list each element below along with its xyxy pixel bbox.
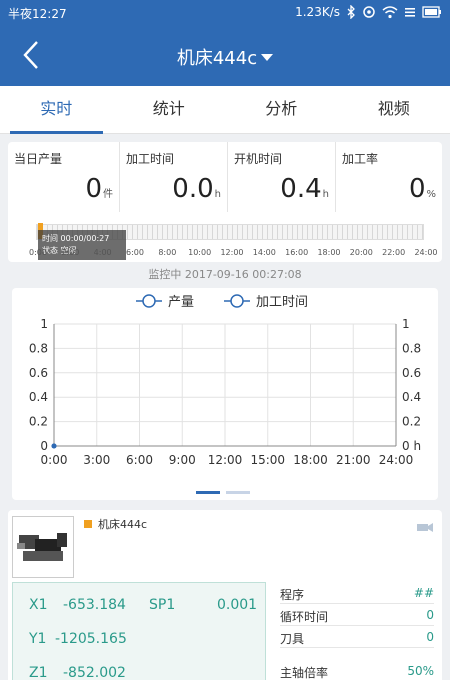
x-tick-label: 6:00 <box>126 453 153 467</box>
timeline-tick-label: 20:00 <box>349 248 373 257</box>
y2-tick-label: 1 <box>402 317 410 331</box>
stats-card: 当日产量 0件 加工时间 0.0h 开机时间 0.4h 加工率 0% 时间 00… <box>8 142 442 262</box>
machine-selector[interactable]: 机床444c <box>0 44 450 70</box>
x-tick-label: 18:00 <box>293 453 328 467</box>
y2-tick-label: 0.2 <box>402 415 421 429</box>
stat-label: 开机时间 <box>234 152 283 166</box>
y2-tick-label: 0.6 <box>402 366 421 380</box>
x-tick-label: 15:00 <box>250 453 285 467</box>
coord-value: 0.001 <box>217 597 258 613</box>
tab-analysis[interactable]: 分析 <box>225 86 338 133</box>
stat-processing-rate: 加工率 0% <box>336 142 442 212</box>
timeline-tick-label: 0:00 <box>29 248 47 257</box>
battery-icon <box>422 6 441 18</box>
coord-axis: Z1 <box>29 665 48 680</box>
timeline-tick-label: 22:00 <box>382 248 406 257</box>
line-chart: 产量 加工时间 0 0 h 0.2 0.2 0.4 0.4 0.6 0.6 0.8 0.8 1 1 0:00… <box>29 294 421 467</box>
y-tick-label: 0.8 <box>29 341 48 355</box>
coord-axis: SP1 <box>149 597 176 613</box>
param-program: 程序 ## <box>280 582 434 604</box>
stat-power-on-time: 开机时间 0.4h <box>228 142 336 212</box>
y2-tick-label: 0.8 <box>402 341 421 355</box>
timeline-tick-label: 14:00 <box>252 248 276 257</box>
x-tick-label: 24:00 <box>379 453 414 467</box>
timeline-tick-label: 16:00 <box>285 248 309 257</box>
machine-name: 机床444c <box>98 518 148 531</box>
settings-icon <box>363 6 375 18</box>
x-tick-label: 21:00 <box>336 453 371 467</box>
tab-bar: 实时 统计 分析 视频 <box>0 86 450 134</box>
param-spindle-override: 主轴倍率 50% <box>280 660 434 680</box>
data-point <box>51 443 57 449</box>
legend-label: 产量 <box>168 295 194 310</box>
timeline-tick-label: 24:00 <box>414 248 438 257</box>
y-tick-label: 0.2 <box>29 415 48 429</box>
coord-value: -653.184 <box>63 597 126 613</box>
chart-pager <box>196 491 250 494</box>
x-tick-label: 0:00 <box>41 453 68 467</box>
bars-icon <box>405 8 415 17</box>
stat-label: 加工时间 <box>126 152 175 166</box>
timeline-tick-label: 12:00 <box>220 248 244 257</box>
x-tick-label: 9:00 <box>169 453 196 467</box>
status-timeline[interactable]: 时间 00:00/00:27 状态 空闲 0:00 2:00 4:00 6:00 8:0… <box>10 218 438 260</box>
wifi-icon <box>382 6 398 19</box>
bluetooth-icon <box>347 5 355 19</box>
timeline-tick-label: 18:00 <box>317 248 341 257</box>
stat-value: 0件 <box>85 174 113 204</box>
network-speed: 1.23K/s <box>295 5 340 19</box>
stat-value: 0% <box>408 174 436 204</box>
coordinates-panel: X1 -653.184 SP1 0.001 Y1 -1205.165 Z1 -8… <box>12 582 266 680</box>
coord-axis: Y1 <box>29 631 47 647</box>
y2-tick-label: 0.4 <box>402 390 421 404</box>
y-tick-label: 0 <box>40 439 48 453</box>
status-time: 半夜12:27 <box>8 7 67 21</box>
y-tick-label: 0.4 <box>29 390 48 404</box>
y2-tick-label: 0 h <box>402 439 421 453</box>
timeline-ticks: 0:00 2:00 4:00 6:00 8:00 10:00 12:00 14:00 16:00… <box>29 248 438 258</box>
camera-icon[interactable] <box>416 518 434 537</box>
tab-statistics[interactable]: 统计 <box>113 86 226 133</box>
app-header: 半夜12:27 1.23K/s 机床444c <box>0 0 450 86</box>
timeline-tick-label: 10:00 <box>188 248 212 257</box>
tab-video[interactable]: 视频 <box>338 86 450 133</box>
param-tool: 刀具 0 <box>280 626 434 648</box>
machine-thumbnail <box>12 516 74 578</box>
timeline-tick-label: 8:00 <box>158 248 177 257</box>
timeline-tick-label: 4:00 <box>93 248 112 257</box>
stat-label: 加工率 <box>342 152 379 166</box>
machine-image <box>17 533 67 561</box>
pager-dot[interactable] <box>226 491 250 494</box>
stat-daily-output: 当日产量 0件 <box>8 142 120 212</box>
chart-card[interactable]: 产量 加工时间 0 0 h 0.2 0.2 0.4 0.4 0.6 0.6 0.8 0.8 1 1 0:00… <box>12 288 438 500</box>
page-title: 机床444c <box>176 48 258 69</box>
timeline-tick-label: 2:00 <box>61 248 80 257</box>
stat-processing-time: 加工时间 0.0h <box>120 142 228 212</box>
machine-status-dot <box>84 520 92 528</box>
coord-axis: X1 <box>29 597 48 613</box>
stat-value: 0.0h <box>172 174 221 204</box>
coord-value: -1205.165 <box>55 631 127 647</box>
timeline-tick-label: 6:00 <box>126 248 144 257</box>
status-icons: 1.23K/s <box>295 5 442 19</box>
status-bar: 半夜12:27 1.23K/s <box>0 0 450 26</box>
x-tick-label: 12:00 <box>208 453 243 467</box>
stat-label: 当日产量 <box>14 152 63 166</box>
legend-marker <box>142 294 156 308</box>
y-tick-label: 0.6 <box>29 366 48 380</box>
x-tick-label: 3:00 <box>83 453 110 467</box>
monitor-status: 监控中 2017-09-16 00:27:08 <box>148 268 302 281</box>
param-cycle-time: 循环时间 0 <box>280 604 434 626</box>
coord-value: -852.002 <box>63 665 126 680</box>
legend-marker <box>230 294 244 308</box>
pager-dot[interactable] <box>196 491 220 494</box>
stat-value: 0.4h <box>280 174 329 204</box>
machine-params: 程序 ## 循环时间 0 刀具 0 主轴倍率 50% <box>280 582 434 680</box>
y-tick-label: 1 <box>40 317 48 331</box>
tab-realtime[interactable]: 实时 <box>0 86 113 134</box>
machine-card[interactable]: 机床444c X1 -653.184 SP1 0.001 Y1 -1205.16… <box>8 510 442 680</box>
legend-label: 加工时间 <box>256 295 308 310</box>
caret-down-icon <box>261 54 274 61</box>
